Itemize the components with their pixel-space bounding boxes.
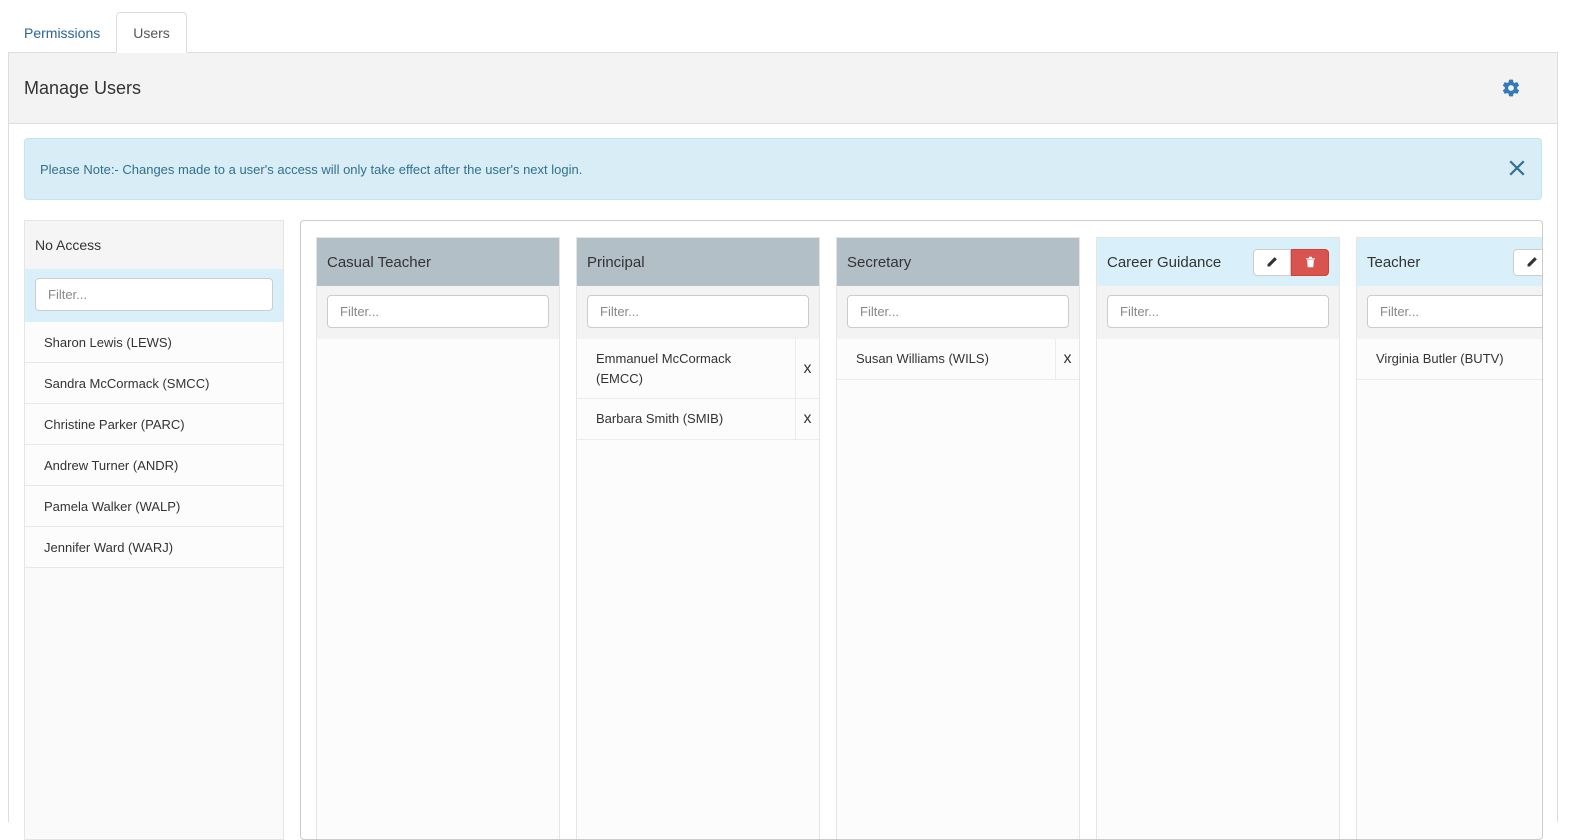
no-access-column: No Access Sharon Lewis (LEWS) Sandra McC… [24,220,284,840]
list-item[interactable]: Sandra McCormack (SMCC) [25,363,283,404]
list-item[interactable]: Sharon Lewis (LEWS) [25,322,283,363]
remove-user-button[interactable]: x [795,339,819,398]
role-filter-input[interactable] [587,295,809,328]
role-filter-row [577,286,819,339]
role-filter-input[interactable] [1367,295,1542,328]
page-title: Manage Users [24,77,142,98]
role-filter-row [1097,286,1339,339]
gear-icon[interactable] [1501,78,1521,98]
list-item[interactable]: Christine Parker (PARC) [25,404,283,445]
role-column-secretary: Secretary Susan Williams (WILS) x [836,237,1080,839]
manage-users-panel: Manage Users Please Note:- Changes made … [8,52,1558,840]
role-title: Career Guidance [1107,253,1222,271]
role-title: Principal [587,253,645,271]
list-item[interactable]: Susan Williams (WILS) x [837,339,1079,380]
list-item[interactable]: Pamela Walker (WALP) [25,486,283,527]
role-filter-input[interactable] [327,295,549,328]
close-icon[interactable] [1508,159,1526,177]
edit-role-button[interactable] [1513,248,1542,276]
user-name: Susan Williams (WILS) [856,351,989,366]
list-item[interactable]: Jennifer Ward (WARJ) [25,527,283,568]
role-header: Secretary [837,238,1079,286]
no-access-title: No Access [25,221,283,269]
info-alert: Please Note:- Changes made to a user's a… [24,138,1542,200]
role-filter-input[interactable] [847,295,1069,328]
role-title: Casual Teacher [327,253,431,271]
role-header: Career Guidance [1097,238,1339,286]
role-filter-row [837,286,1079,339]
tab-permissions[interactable]: Permissions [8,12,116,53]
alert-message: Please Note:- Changes made to a user's a… [40,161,583,177]
list-item[interactable]: Andrew Turner (ANDR) [25,445,283,486]
role-column-career-guidance: Career Guidance [1096,237,1340,839]
role-header: Casual Teacher [317,238,559,286]
roles-container: Casual Teacher Principal Emmanuel McCorm… [300,220,1543,840]
role-column-teacher: Teacher Vir [1356,237,1542,839]
edit-role-button[interactable] [1253,248,1291,276]
remove-user-button[interactable]: x [1055,339,1079,379]
pencil-icon [1527,257,1537,267]
list-item[interactable]: Emmanuel McCormack (EMCC) x [577,339,819,399]
user-name: Virginia Butler (BUTV) [1376,351,1504,366]
role-filter-row [1357,286,1542,339]
role-filter-input[interactable] [1107,295,1329,328]
no-access-filter-row [25,269,283,322]
role-title: Secretary [847,253,912,271]
user-name: Barbara Smith (SMIB) [596,411,724,426]
list-item[interactable]: Virginia Butler (BUTV) [1357,339,1542,380]
trash-icon [1305,256,1315,268]
tab-users[interactable]: Users [116,12,187,53]
panel-heading: Manage Users [9,53,1557,124]
role-title: Teacher [1367,253,1421,271]
pencil-icon [1267,257,1277,267]
list-item[interactable]: Barbara Smith (SMIB) x [577,399,819,440]
user-name: Emmanuel McCormack (EMCC) [596,350,732,386]
delete-role-button[interactable] [1291,248,1329,276]
role-actions [1513,248,1542,276]
role-filter-row [317,286,559,339]
role-column-principal: Principal Emmanuel McCormack (EMCC) x Ba… [576,237,820,839]
remove-user-button[interactable]: x [795,399,819,439]
role-header: Teacher [1357,238,1542,286]
role-column-casual-teacher: Casual Teacher [316,237,560,839]
tab-bar: Permissions Users [8,12,187,53]
role-actions [1253,248,1329,276]
role-header: Principal [577,238,819,286]
no-access-filter-input[interactable] [35,278,273,311]
